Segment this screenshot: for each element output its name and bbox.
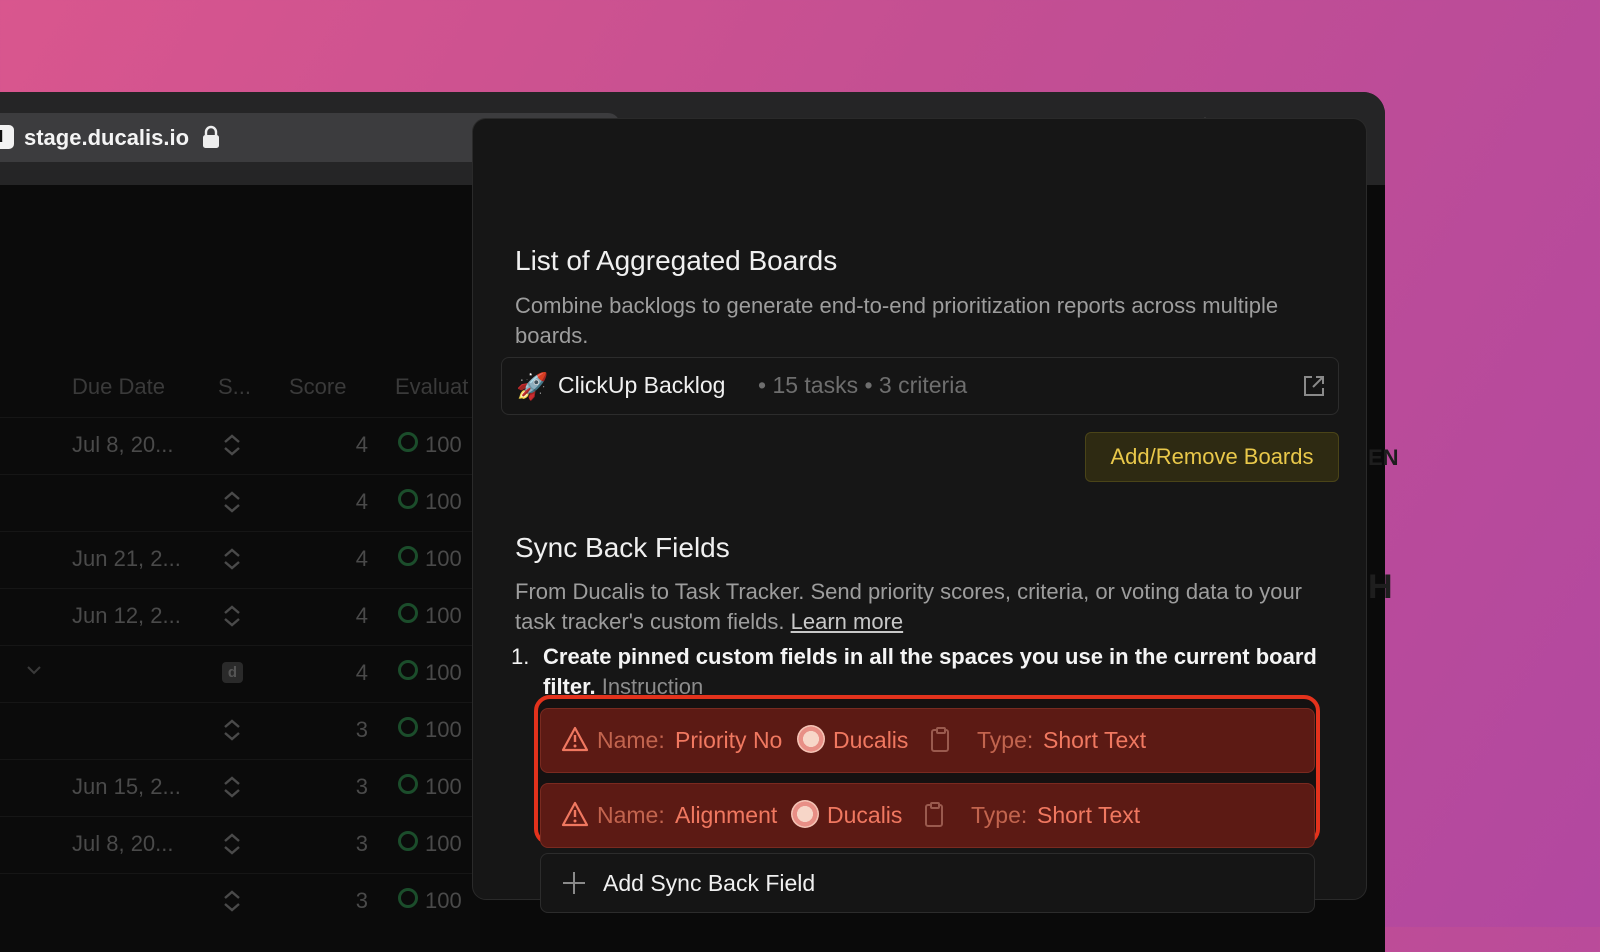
url-text[interactable]: stage.ducalis.io [24, 125, 189, 151]
sync-description-text: From Ducalis to Task Tracker. Send prior… [515, 579, 1303, 634]
due-date-cell: Jun 15, 2... [72, 774, 181, 799]
copy-icon[interactable] [923, 801, 947, 829]
evaluation-progress-icon [398, 717, 418, 737]
evaluation-cell: 100 [425, 603, 462, 628]
evaluation-progress-icon [398, 546, 418, 566]
sync-field-row[interactable]: Name: Alignment Ducalis Type: Short Text [540, 783, 1315, 848]
evaluation-cell: 100 [425, 888, 462, 913]
table-row[interactable]: Jul 8, 20... 4 100 [0, 417, 480, 475]
field-type-value: Short Text [1037, 802, 1141, 828]
evaluation-cell: 100 [425, 717, 462, 742]
background-fragment: EN [1368, 445, 1399, 470]
sort-icon[interactable] [222, 490, 242, 514]
add-remove-boards-button[interactable]: Add/Remove Boards [1085, 432, 1339, 482]
due-date-cell: Jun 12, 2... [72, 603, 181, 628]
ducalis-logo-icon [797, 725, 825, 753]
table-row[interactable]: Jun 21, 2... 4 100 [0, 531, 480, 589]
ducalis-badge-icon: d [222, 662, 243, 683]
column-header-due-date[interactable]: Due Date [72, 374, 165, 400]
sort-icon[interactable] [222, 718, 242, 742]
field-type-value: Short Text [1043, 727, 1147, 753]
column-header-score[interactable]: Score [289, 374, 346, 400]
column-header-status[interactable]: S... [218, 374, 251, 400]
sync-back-fields-title: Sync Back Fields [515, 532, 730, 563]
chevron-down-icon[interactable] [26, 664, 42, 676]
evaluation-cell: 100 [425, 489, 462, 514]
due-date-cell: Jul 8, 20... [72, 831, 174, 856]
table-row[interactable]: 4 100 [0, 474, 480, 532]
rocket-icon: 🚀 [516, 371, 549, 401]
score-cell: 3 [355, 774, 368, 799]
site-favicon: d [0, 125, 14, 149]
aggregated-boards-title: List of Aggregated Boards [515, 245, 838, 276]
score-cell: 4 [355, 660, 368, 685]
sort-icon[interactable] [222, 547, 242, 571]
evaluation-cell: 100 [425, 432, 462, 457]
sort-icon[interactable] [222, 775, 242, 799]
table-row[interactable]: Jun 15, 2... 3 100 [0, 759, 480, 817]
score-cell: 4 [355, 432, 368, 457]
warning-icon [561, 801, 589, 827]
table-row[interactable]: Jul 8, 20... 3 100 [0, 816, 480, 874]
field-source: Ducalis [833, 727, 909, 753]
evaluation-cell: 100 [425, 660, 462, 685]
field-type-label: Type: [971, 802, 1028, 828]
warning-icon [561, 726, 589, 752]
plus-icon [563, 872, 585, 894]
field-name-label: Name: [597, 802, 665, 828]
evaluation-progress-icon [398, 888, 418, 908]
score-cell: 3 [355, 831, 368, 856]
evaluation-cell: 100 [425, 831, 462, 856]
board-list-item[interactable]: 🚀 ClickUp Backlog • 15 tasks • 3 criteri… [501, 357, 1339, 415]
sort-icon[interactable] [222, 433, 242, 457]
table-row[interactable]: Jun 12, 2... 4 100 [0, 588, 480, 646]
score-cell: 4 [355, 489, 368, 514]
board-meta: • 15 tasks • 3 criteria [758, 372, 968, 398]
score-cell: 3 [355, 717, 368, 742]
sort-icon[interactable] [222, 889, 242, 913]
score-cell: 4 [355, 603, 368, 628]
ducalis-logo-icon [791, 800, 819, 828]
step-text: Create pinned custom fields in all the s… [543, 644, 1317, 699]
sync-field-row[interactable]: Name: Priority No Ducalis Type: Short Te… [540, 708, 1315, 773]
aggregated-boards-description: Combine backlogs to generate end-to-end … [515, 293, 1279, 348]
background-fragment: H [1368, 568, 1393, 606]
field-name-value: Priority No [675, 727, 783, 753]
due-date-cell: Jun 21, 2... [72, 546, 181, 571]
copy-icon[interactable] [929, 726, 953, 754]
due-date-cell: Jul 8, 20... [72, 432, 174, 457]
evaluation-progress-icon [398, 432, 418, 452]
evaluation-progress-icon [398, 774, 418, 794]
learn-more-link[interactable]: Learn more [791, 609, 904, 634]
evaluation-cell: 100 [425, 546, 462, 571]
field-name-value: Alignment [675, 802, 778, 828]
table-row[interactable]: d 4 100 [0, 645, 480, 703]
add-sync-back-field-label: Add Sync Back Field [603, 870, 816, 896]
evaluation-progress-icon [398, 489, 418, 509]
table-row[interactable]: 3 100 [0, 873, 480, 931]
score-cell: 3 [355, 888, 368, 913]
column-header-evaluation[interactable]: Evaluat [395, 374, 468, 400]
step-number: 1. [511, 644, 530, 669]
sort-icon[interactable] [222, 604, 242, 628]
board-name[interactable]: ClickUp Backlog [558, 372, 725, 399]
score-cell: 4 [355, 546, 368, 571]
sort-icon[interactable] [222, 832, 242, 856]
evaluation-cell: 100 [425, 774, 462, 799]
evaluation-progress-icon [398, 660, 418, 680]
field-type-label: Type: [977, 727, 1034, 753]
evaluation-progress-icon [398, 603, 418, 623]
external-link-icon[interactable] [1302, 374, 1326, 398]
add-sync-back-field-button[interactable]: Add Sync Back Field [540, 853, 1315, 913]
sync-back-fields-description: From Ducalis to Task Tracker. Send prior… [515, 577, 1325, 637]
evaluation-progress-icon [398, 831, 418, 851]
field-name-label: Name: [597, 727, 665, 753]
lock-icon [203, 125, 219, 148]
field-source: Ducalis [827, 802, 903, 828]
table-row[interactable]: 3 100 [0, 702, 480, 760]
